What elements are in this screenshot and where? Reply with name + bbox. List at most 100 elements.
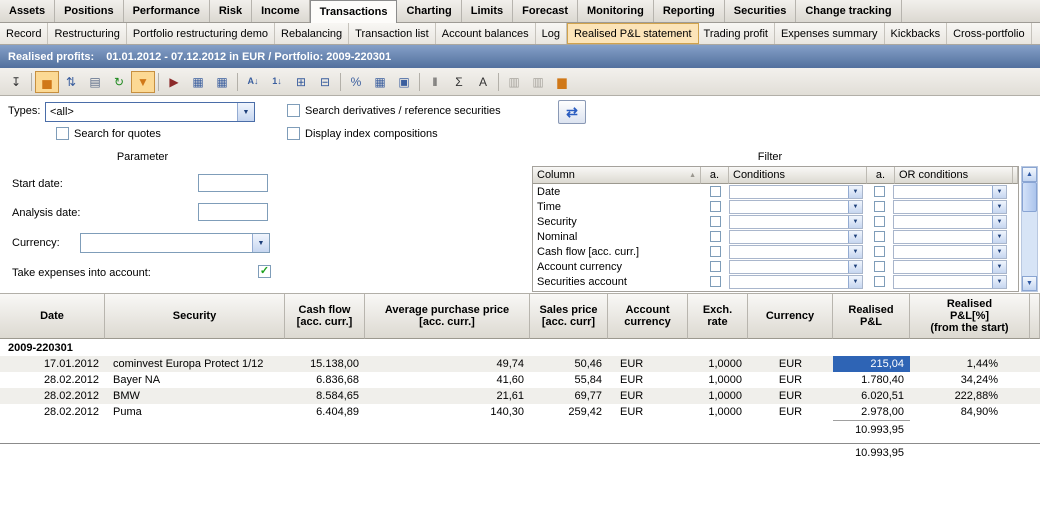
menu-tab-change-tracking[interactable]: Change tracking <box>796 0 901 22</box>
filter-conditions-select[interactable]: ▼ <box>729 185 863 199</box>
sort-asc-icon[interactable]: A↓ <box>241 71 265 93</box>
chart-updown-icon[interactable]: ⇅ <box>59 71 83 93</box>
cell-exch-rate[interactable]: 1,0000 <box>688 372 748 388</box>
column-header-account-currency[interactable]: Account currency <box>608 294 688 339</box>
cell-avg-purchase-price[interactable]: 21,61 <box>365 388 530 404</box>
cell-realised-pnl[interactable]: 215,04 <box>833 356 910 372</box>
filter-or-select[interactable]: ▼ <box>893 200 1007 214</box>
menu-tab-securities[interactable]: Securities <box>725 0 797 22</box>
expenses-checkbox[interactable]: ✓ <box>258 265 271 278</box>
font-icon[interactable]: A <box>471 71 495 93</box>
cell-date[interactable]: 28.02.2012 <box>0 404 105 420</box>
column-header-security[interactable]: Security <box>105 294 285 339</box>
subtab-expenses-summary[interactable]: Expenses summary <box>775 23 885 44</box>
cell-avg-purchase-price[interactable]: 41,60 <box>365 372 530 388</box>
subtab-cross-portfolio[interactable]: Cross-portfolio <box>947 23 1032 44</box>
chevron-down-icon[interactable]: ▼ <box>848 216 862 228</box>
filter-or-checkbox[interactable] <box>865 261 893 272</box>
refresh-icon[interactable]: ↻ <box>107 71 131 93</box>
filter-and-checkbox[interactable] <box>701 216 729 227</box>
menu-tab-reporting[interactable]: Reporting <box>654 0 725 22</box>
menu-tab-positions[interactable]: Positions <box>55 0 124 22</box>
filter-row-label[interactable]: Date <box>533 186 701 198</box>
chevron-down-icon[interactable]: ▼ <box>848 201 862 213</box>
cell-avg-purchase-price[interactable]: 49,74 <box>365 356 530 372</box>
filter-or-select[interactable]: ▼ <box>893 230 1007 244</box>
cell-currency[interactable]: EUR <box>748 356 833 372</box>
chevron-down-icon[interactable]: ▼ <box>848 261 862 273</box>
cell-cash-flow[interactable]: 6.836,68 <box>285 372 365 388</box>
filter-row-label[interactable]: Security <box>533 216 701 228</box>
column-header-sales-price[interactable]: Sales price [acc. curr] <box>530 294 608 339</box>
cell-exch-rate[interactable]: 1,0000 <box>688 356 748 372</box>
chart-curve-icon[interactable]: ▅ <box>35 71 59 93</box>
chevron-down-icon[interactable]: ▼ <box>992 201 1006 213</box>
column-header-realised-pct[interactable]: Realised P&L[%] (from the start) <box>910 294 1030 339</box>
cell-account-currency[interactable]: EUR <box>608 404 688 420</box>
filter-row-label[interactable]: Account currency <box>533 261 701 273</box>
menu-tab-limits[interactable]: Limits <box>462 0 513 22</box>
menu-tab-charting[interactable]: Charting <box>397 0 461 22</box>
filter-header-and[interactable]: a. <box>701 167 729 184</box>
subtab-rebalancing[interactable]: Rebalancing <box>275 23 349 44</box>
sort-num-icon[interactable]: 1↓ <box>265 71 289 93</box>
cell-realised-pct[interactable]: 34,24% <box>910 372 1030 388</box>
chevron-down-icon[interactable]: ▼ <box>992 216 1006 228</box>
currency-select[interactable]: ▼ <box>80 233 270 253</box>
chevron-down-icon[interactable]: ▼ <box>992 276 1006 288</box>
filter-conditions-select[interactable]: ▼ <box>729 275 863 289</box>
cell-sales-price[interactable]: 259,42 <box>530 404 608 420</box>
types-select[interactable]: <all> ▼ <box>45 102 255 122</box>
chevron-down-icon[interactable]: ▼ <box>848 246 862 258</box>
filter-or-select[interactable]: ▼ <box>893 215 1007 229</box>
column-header-currency[interactable]: Currency <box>748 294 833 339</box>
menu-tab-transactions[interactable]: Transactions <box>310 0 398 23</box>
menu-tab-forecast[interactable]: Forecast <box>513 0 578 22</box>
filter-or-checkbox[interactable] <box>865 246 893 257</box>
cell-realised-pnl[interactable]: 2.978,00 <box>833 404 910 420</box>
menu-tab-risk[interactable]: Risk <box>210 0 252 22</box>
filter-or-checkbox[interactable] <box>865 201 893 212</box>
bar-chart-icon[interactable]: ▆ <box>550 71 574 93</box>
cell-security[interactable]: Bayer NA <box>105 372 285 388</box>
analysis-date-input[interactable] <box>198 203 268 221</box>
copy-grid-icon[interactable]: ▣ <box>392 71 416 93</box>
grid-icon[interactable]: ▦ <box>210 71 234 93</box>
cell-exch-rate[interactable]: 1,0000 <box>688 404 748 420</box>
filter-conditions-select[interactable]: ▼ <box>729 245 863 259</box>
expand-all-icon[interactable]: ⊞ <box>289 71 313 93</box>
import-icon[interactable]: ↧ <box>4 71 28 93</box>
column-header-realised-pnl[interactable]: Realised P&L <box>833 294 910 339</box>
filter-and-checkbox[interactable] <box>701 201 729 212</box>
cell-security[interactable]: BMW <box>105 388 285 404</box>
grid-percent-icon[interactable]: ▦ <box>368 71 392 93</box>
cell-security[interactable]: cominvest Europa Protect 1/12 <box>105 356 285 372</box>
chevron-down-icon[interactable]: ▼ <box>848 276 862 288</box>
cell-account-currency[interactable]: EUR <box>608 372 688 388</box>
run-refresh-button[interactable]: ⇄ <box>558 100 586 124</box>
scrollbar-thumb[interactable] <box>1022 182 1037 212</box>
cell-date[interactable]: 17.01.2012 <box>0 356 105 372</box>
subtab-log[interactable]: Log <box>536 23 567 44</box>
goto-date-icon[interactable]: ▦ <box>186 71 210 93</box>
cell-realised-pnl[interactable]: 6.020,51 <box>833 388 910 404</box>
cell-cash-flow[interactable]: 6.404,89 <box>285 404 365 420</box>
cell-cash-flow[interactable]: 8.584,65 <box>285 388 365 404</box>
cell-security[interactable]: Puma <box>105 404 285 420</box>
column-header-avg-purchase-price[interactable]: Average purchase price [acc. curr.] <box>365 294 530 339</box>
chevron-down-icon[interactable]: ▼ <box>992 246 1006 258</box>
search-derivatives-checkbox[interactable] <box>287 104 300 117</box>
filter-or-checkbox[interactable] <box>865 216 893 227</box>
chevron-down-icon[interactable]: ▼ <box>992 261 1006 273</box>
search-quotes-checkbox[interactable] <box>56 127 69 140</box>
group-row[interactable]: 2009-220301 <box>0 339 1040 356</box>
chevron-down-icon[interactable]: ▼ <box>252 234 269 252</box>
cell-realised-pct[interactable]: 84,90% <box>910 404 1030 420</box>
cell-avg-purchase-price[interactable]: 140,30 <box>365 404 530 420</box>
subtab-kickbacks[interactable]: Kickbacks <box>885 23 948 44</box>
chevron-down-icon[interactable]: ▼ <box>237 103 254 121</box>
cell-realised-pct[interactable]: 1,44% <box>910 356 1030 372</box>
filter-conditions-select[interactable]: ▼ <box>729 215 863 229</box>
cell-currency[interactable]: EUR <box>748 404 833 420</box>
chevron-down-icon[interactable]: ▼ <box>992 186 1006 198</box>
